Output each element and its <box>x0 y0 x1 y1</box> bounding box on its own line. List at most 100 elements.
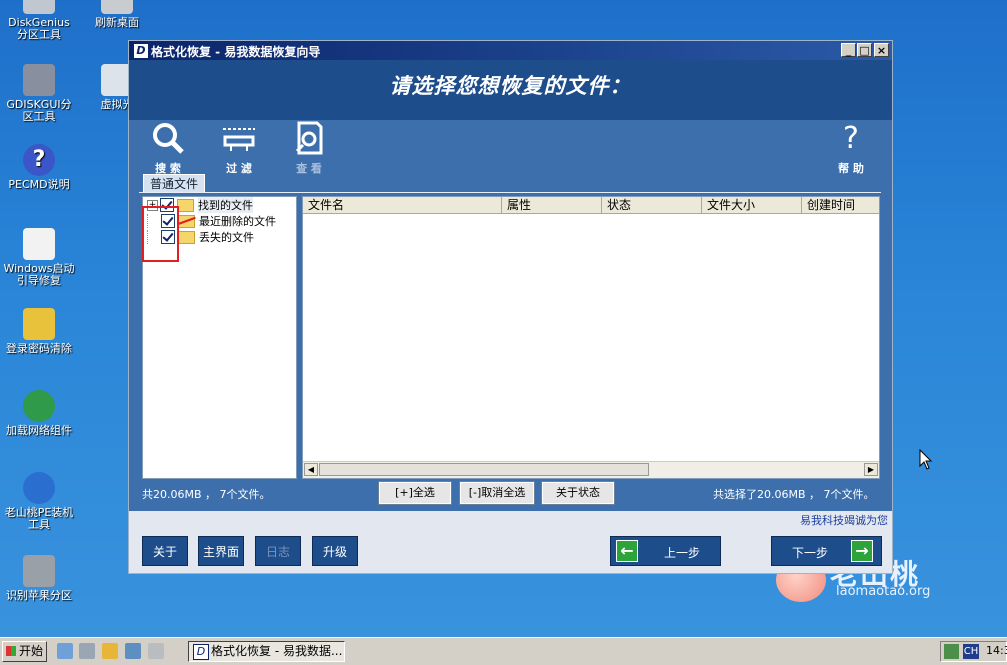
deselect-all-button[interactable]: [-]取消全选 <box>459 481 535 505</box>
desktop-icon-pecmd[interactable]: ? PECMD说明 <box>0 144 78 191</box>
desktop-icon-password[interactable]: 登录密码清除 <box>0 308 78 355</box>
checkbox-highlight <box>142 206 179 262</box>
arrow-right-icon: → <box>851 540 873 562</box>
toolbar: 搜 索 过 滤 查 看 ? 帮 助 <box>129 120 892 180</box>
column-file-size[interactable]: 文件大小 <box>702 197 802 213</box>
next-button-label: 下一步 <box>792 546 829 560</box>
total-status: 共20.06MB ， 7个文件。 <box>142 488 271 501</box>
column-attributes[interactable]: 属性 <box>502 197 602 213</box>
column-created-time[interactable]: 创建时间 <box>802 197 879 213</box>
desktop-icon-label: 识别苹果分区 <box>6 589 72 602</box>
hard-drive-icon <box>23 555 55 587</box>
window-titlebar[interactable]: D 格式化恢复 - 易我数据恢复向导 _ □ × <box>129 41 892 60</box>
system-tray: CH 14:3 <box>940 641 1007 662</box>
quick-launch-eraser-icon[interactable] <box>148 643 164 659</box>
ime-indicator[interactable]: CH <box>963 644 979 659</box>
search-icon <box>150 120 186 156</box>
folder-icon <box>177 198 194 212</box>
company-credit: 易我科技竭诚为您 <box>800 514 888 527</box>
globe-icon <box>23 390 55 422</box>
desktop-icon-label: 加载网络组件 <box>6 424 72 437</box>
watermark-url: laomaotao.org <box>836 584 931 599</box>
file-list-header: 文件名 属性 状态 文件大小 创建时间 <box>303 197 879 214</box>
taskbar: 开始 D 格式化恢复 - 易我数据... CH 14:3 <box>0 637 1007 665</box>
question-icon: ? <box>843 120 859 156</box>
disk-icon <box>23 0 55 14</box>
mouse-cursor-icon <box>919 449 933 470</box>
maximize-button[interactable]: □ <box>857 43 872 57</box>
desktop-icon-label: GDISKGUI分区工具 <box>6 98 72 123</box>
desktop-icon-boot-repair[interactable]: Windows启动引导修复 <box>0 228 78 287</box>
desktop-icon-diskgenius[interactable]: DiskGenius分区工具 <box>0 0 78 41</box>
scroll-right-icon[interactable]: ▶ <box>864 463 878 476</box>
quick-launch-image-icon[interactable] <box>125 643 141 659</box>
select-all-button[interactable]: [+]全选 <box>378 481 452 505</box>
footer-bar: 易我科技竭诚为您 关于 主界面 日志 升级 ← 上一步 下一步 → <box>129 511 892 573</box>
tab-divider <box>139 192 881 193</box>
window-title: 格式化恢复 - 易我数据恢复向导 <box>151 45 321 59</box>
close-button[interactable]: × <box>874 43 889 57</box>
minimize-button[interactable]: _ <box>841 43 856 57</box>
quick-launch-shield-icon[interactable] <box>57 643 73 659</box>
key-icon <box>23 308 55 340</box>
app-logo-icon: D <box>193 644 209 660</box>
gear-disk-icon <box>23 64 55 96</box>
help-tool-label: 帮 助 <box>838 162 864 175</box>
filter-icon <box>221 120 257 156</box>
tab-normal-files[interactable]: 普通文件 <box>143 174 206 193</box>
clock: 14:3 <box>986 644 1007 657</box>
column-file-name[interactable]: 文件名 <box>303 197 502 213</box>
app-logo-icon: D <box>133 43 149 59</box>
desktop-icon-network[interactable]: 加载网络组件 <box>0 390 78 437</box>
folder-icon <box>178 230 195 244</box>
desktop-icon-installer[interactable]: 老山桃PE装机工具 <box>0 472 78 531</box>
prev-button[interactable]: ← 上一步 <box>610 536 721 566</box>
log-button[interactable]: 日志 <box>255 536 301 566</box>
desktop-icon-apple-partition[interactable]: 识别苹果分区 <box>0 555 78 602</box>
filter-tool-label: 过 滤 <box>226 162 252 175</box>
scroll-thumb[interactable] <box>319 463 649 476</box>
tree-item-label: 最近删除的文件 <box>199 215 276 228</box>
start-button[interactable]: 开始 <box>2 641 47 662</box>
selected-status: 共选择了20.06MB ， 7个文件。 <box>713 488 875 501</box>
desktop-icon-refresh[interactable]: 刷新桌面 <box>78 0 156 29</box>
help-icon: ? <box>23 144 55 176</box>
recovery-window: D 格式化恢复 - 易我数据恢复向导 _ □ × 请选择您想恢复的文件： 搜 索… <box>128 40 893 574</box>
quick-launch-printer-icon[interactable] <box>79 643 95 659</box>
desktop-icon-label: 刷新桌面 <box>95 16 139 29</box>
desktop-icon-label: DiskGenius分区工具 <box>8 16 70 41</box>
view-tool[interactable]: 查 看 <box>279 120 339 176</box>
desktop-icon-label: 登录密码清除 <box>6 342 72 355</box>
scroll-left-icon[interactable]: ◀ <box>304 463 318 476</box>
desktop-icon-label: Windows启动引导修复 <box>3 262 75 287</box>
first-aid-icon <box>23 228 55 260</box>
filter-tool[interactable]: 过 滤 <box>209 120 269 176</box>
about-status-button[interactable]: 关于状态 <box>541 481 615 505</box>
wizard-header: 请选择您想恢复的文件： <box>129 60 892 120</box>
help-tool[interactable]: ? 帮 助 <box>821 120 881 176</box>
about-button[interactable]: 关于 <box>142 536 188 566</box>
desktop-icon-label: PECMD说明 <box>8 178 70 191</box>
main-menu-button[interactable]: 主界面 <box>198 536 244 566</box>
desktop-icon-label: 老山桃PE装机工具 <box>4 506 74 531</box>
quick-launch-folder-icon[interactable] <box>102 643 118 659</box>
tree-item-label: 找到的文件 <box>198 197 253 213</box>
view-document-icon <box>291 120 327 156</box>
file-list: 文件名 属性 状态 文件大小 创建时间 ◀ ▶ <box>302 196 880 479</box>
refresh-icon <box>101 0 133 14</box>
next-button[interactable]: 下一步 → <box>771 536 882 566</box>
upgrade-button[interactable]: 升级 <box>312 536 358 566</box>
horizontal-scrollbar[interactable]: ◀ ▶ <box>303 461 879 478</box>
deleted-folder-icon <box>178 214 195 228</box>
view-tool-label: 查 看 <box>296 162 322 175</box>
peach-icon <box>23 472 55 504</box>
column-status[interactable]: 状态 <box>602 197 702 213</box>
arrow-left-icon: ← <box>616 540 638 562</box>
network-tray-icon[interactable] <box>944 644 959 659</box>
search-tool[interactable]: 搜 索 <box>138 120 198 176</box>
taskbar-item-recovery[interactable]: D 格式化恢复 - 易我数据... <box>188 641 345 662</box>
desktop-icon-gdiskgui[interactable]: GDISKGUI分区工具 <box>0 64 78 123</box>
wizard-heading: 请选择您想恢复的文件： <box>389 74 632 98</box>
taskbar-item-label: 格式化恢复 - 易我数据... <box>211 644 343 658</box>
tree-item-label: 丢失的文件 <box>199 231 254 244</box>
